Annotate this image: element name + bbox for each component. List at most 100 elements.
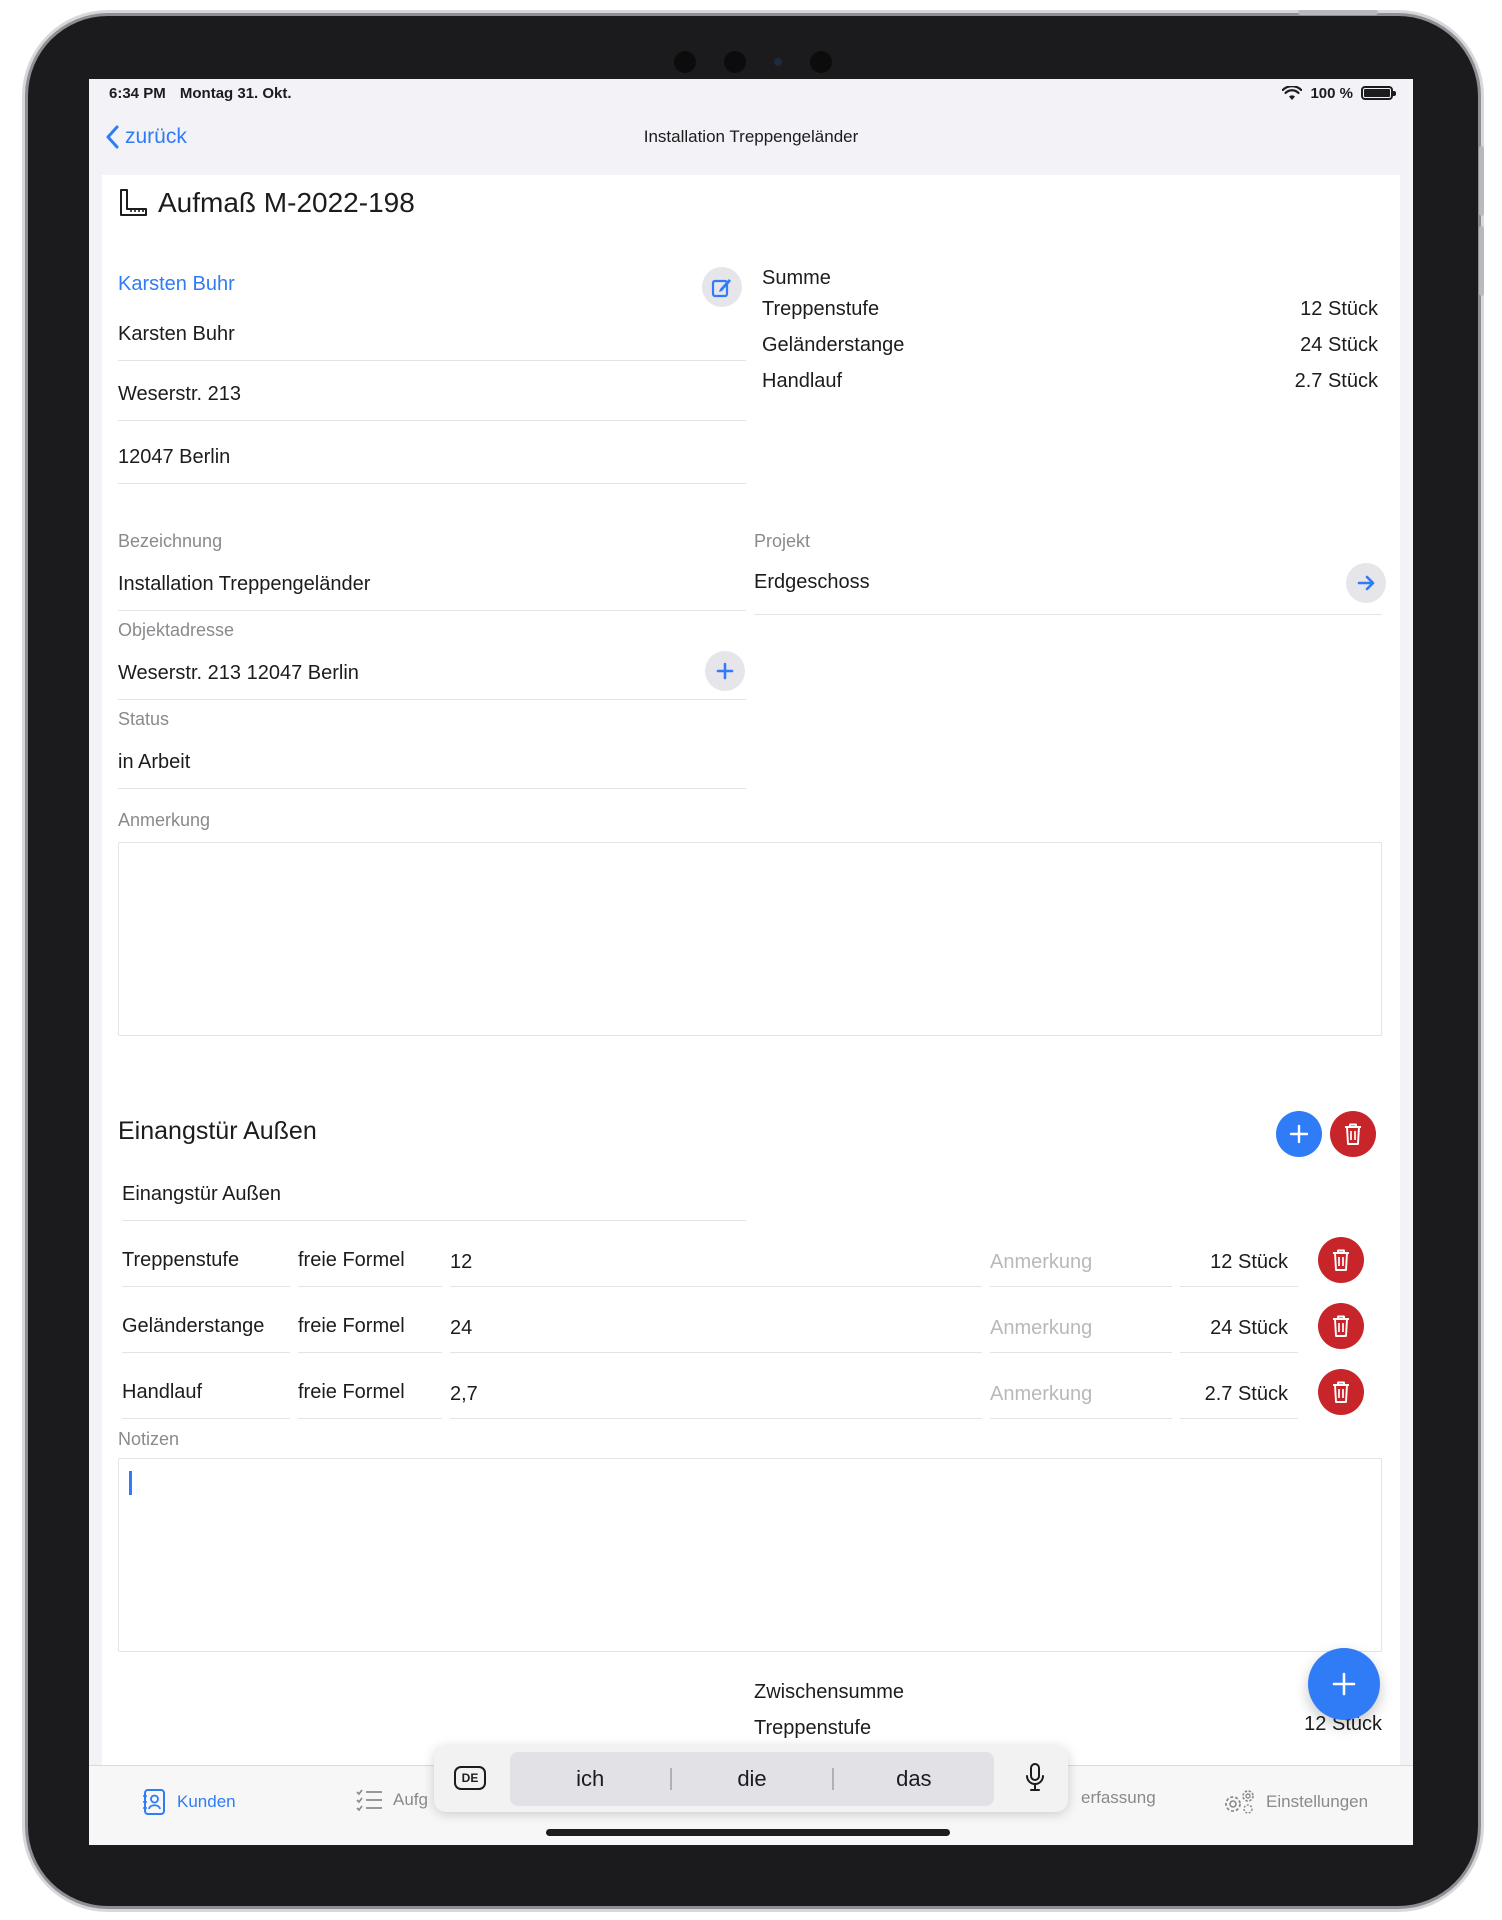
objektadresse-label: Objektadresse [118,620,235,640]
item-name[interactable]: Treppenstufe [122,1237,290,1287]
status-label: Status [118,709,170,729]
arrow-right-icon [1357,575,1375,591]
item-value-input[interactable]: 2,7 [450,1369,982,1419]
notizen-label: Notizen [118,1429,180,1449]
trash-icon [1345,1123,1361,1145]
projekt-label: Projekt [754,531,811,551]
edit-customer-button[interactable] [702,267,742,307]
item-name[interactable]: Geländerstange [122,1303,290,1353]
item-formula[interactable]: freie Formel [298,1369,442,1419]
item-name[interactable]: Handlauf [122,1369,290,1419]
plus-icon [716,662,734,680]
battery-icon [1361,86,1396,100]
summary-value: 12 Stück [1300,298,1378,320]
home-indicator[interactable] [546,1829,950,1836]
table-row: Handlauf freie Formel 2,7 Anmerkung 2.7 … [122,1369,1402,1423]
tab-label: Aufg [393,1790,428,1809]
power-button [1298,10,1378,15]
item-formula[interactable]: freie Formel [298,1237,442,1287]
projekt-field[interactable]: Erdgeschoss [754,571,1382,615]
table-row: Treppenstufe freie Formel 12 Anmerkung 1… [122,1237,1402,1291]
status-left: 6:34 PM Montag 31. Okt. [109,85,292,102]
summary-row: Treppenstufe 12 Stück [762,298,1378,334]
add-address-button[interactable] [705,651,745,691]
status-bar: 6:34 PM Montag 31. Okt. 100 % [89,79,1413,107]
person-book-icon [143,1789,165,1815]
summary-row: Geländerstange 24 Stück [762,334,1378,370]
quicktype-bar: DE ich die das [434,1746,1068,1812]
tab-einstellungen[interactable]: Einstellungen [1222,1788,1368,1816]
plus-icon [1332,1672,1356,1696]
floating-add-button[interactable] [1308,1648,1380,1720]
subtotal-heading: Zwischensumme [754,1681,905,1703]
microphone-icon [1026,1763,1044,1791]
projekt-value: Erdgeschoss [754,571,870,593]
tab-label: Einstellungen [1266,1792,1369,1811]
summary-label: Handlauf [762,370,843,392]
back-button[interactable]: zurück [105,125,187,149]
delete-section-button[interactable] [1330,1111,1376,1157]
customer-name-field[interactable]: Karsten Buhr [118,323,746,361]
navigation-bar: zurück Installation Treppengeländer [89,107,1413,167]
tab-label: erfassung [1081,1788,1156,1807]
tab-aufgaben[interactable]: Aufg [355,1788,428,1812]
customer-city-field[interactable]: 12047 Berlin [118,446,746,484]
tab-kunden[interactable]: Kunden [143,1788,236,1816]
delete-item-button[interactable] [1318,1303,1364,1349]
status-right: 100 % [1282,84,1396,102]
item-result: 2.7 Stück [1180,1369,1298,1419]
trash-icon [1333,1315,1349,1337]
item-formula[interactable]: freie Formel [298,1303,442,1353]
camera-bar [28,44,1478,80]
delete-item-button[interactable] [1318,1369,1364,1415]
ruler-icon [120,189,147,216]
delete-item-button[interactable] [1318,1237,1364,1283]
item-note-input[interactable]: Anmerkung [990,1237,1172,1287]
projekt-open-button[interactable] [1346,563,1386,603]
table-row: Geländerstange freie Formel 24 Anmerkung… [122,1303,1402,1357]
volume-button-2 [1479,226,1484,296]
language-key[interactable]: DE [454,1766,486,1790]
customer-street-field[interactable]: Weserstr. 213 [118,383,746,421]
page-title: Aufmaß M-2022-198 [118,187,415,219]
anmerkung-textarea[interactable] [118,842,1382,1036]
suggestion-die[interactable]: die [672,1766,832,1792]
wifi-icon [1282,85,1303,100]
suggestion-ich[interactable]: ich [510,1766,670,1792]
add-position-button[interactable] [1276,1111,1322,1157]
bezeichnung-label: Bezeichnung [118,531,223,551]
bezeichnung-field[interactable]: Installation Treppengeländer [118,573,746,611]
item-note-input[interactable]: Anmerkung [990,1369,1172,1419]
objektadresse-field[interactable]: Weserstr. 213 12047 Berlin [118,662,746,700]
battery-percent: 100 % [1310,84,1353,102]
suggestion-list: ich die das [510,1752,994,1806]
status-field[interactable]: in Arbeit [118,751,746,789]
item-note-input[interactable]: Anmerkung [990,1303,1172,1353]
section-name-field[interactable]: Einangstür Außen [122,1183,746,1221]
suggestion-das[interactable]: das [834,1766,994,1792]
summary-label: Geländerstange [762,334,905,356]
summary-label: Treppenstufe [762,298,880,320]
nav-title: Installation Treppengeländer [643,127,859,146]
summary-value: 2.7 Stück [1294,370,1378,392]
tab-label: Kunden [177,1792,236,1811]
trash-icon [1333,1381,1349,1403]
section-title: Einangstür Außen [118,1117,317,1145]
summary-value: 24 Stück [1300,334,1378,356]
chevron-left-icon [106,125,119,149]
customer-link[interactable]: Karsten Buhr [118,273,235,296]
text-cursor [129,1471,132,1495]
content-card: Aufmaß M-2022-198 Karsten Buhr Karsten B… [102,175,1400,1765]
edit-icon [711,279,731,298]
plus-icon [1289,1124,1309,1144]
item-value-input[interactable]: 24 [450,1303,982,1353]
checklist-icon [356,1789,382,1812]
notizen-textarea[interactable] [118,1458,1382,1652]
summary-row: Handlauf 2.7 Stück [762,370,1378,406]
volume-button [1479,146,1484,216]
screen: 6:34 PM Montag 31. Okt. 100 % zurück Ins… [89,79,1413,1845]
item-value-input[interactable]: 12 [450,1237,982,1287]
dictation-button[interactable] [1024,1762,1046,1799]
tab-zeiterfassung[interactable]: erfassung [1081,1788,1156,1808]
item-result: 24 Stück [1180,1303,1298,1353]
